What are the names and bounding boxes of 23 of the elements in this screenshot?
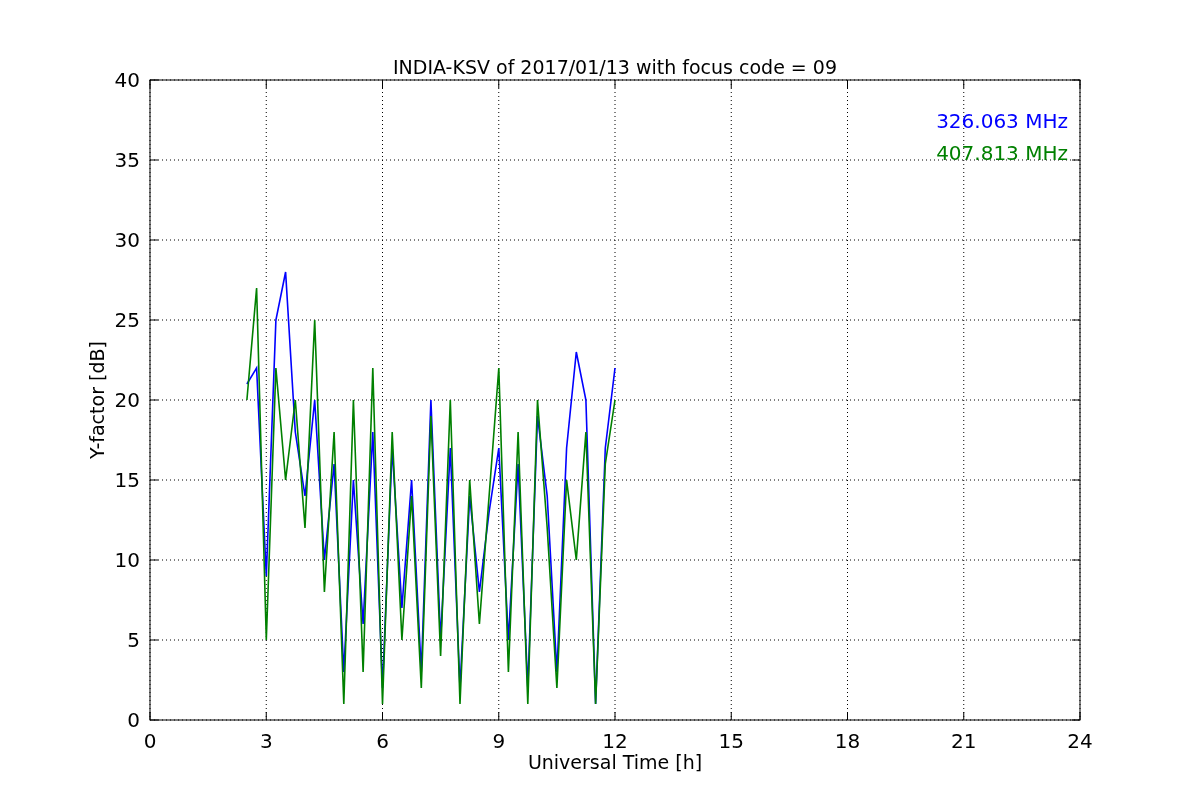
- tick-label: 18: [834, 729, 861, 753]
- tick-label: 5: [127, 628, 140, 652]
- chart-title: INDIA-KSV of 2017/01/13 with focus code = 09: [393, 56, 837, 78]
- tick-label: 3: [259, 729, 273, 753]
- tick-label: 24: [1067, 729, 1093, 753]
- tick-label: 40: [114, 68, 140, 92]
- legend-label: 326.063 MHz: [936, 109, 1068, 133]
- tick-label: 0: [127, 708, 140, 732]
- legend-label: 407.813 MHz: [936, 141, 1068, 165]
- axis-title: Universal Time [h]: [527, 751, 703, 773]
- tick-label: 9: [492, 729, 506, 753]
- tick-label: 12: [602, 729, 628, 753]
- tick-label: 6: [376, 729, 389, 753]
- tick-label: 0: [143, 729, 157, 753]
- tick-label: 15: [114, 468, 140, 492]
- tick-label: 25: [114, 308, 140, 332]
- tick-label: 15: [718, 729, 744, 753]
- tick-label: 30: [114, 228, 140, 252]
- tick-label: 21: [951, 729, 977, 753]
- axis-title: Y-factor [dB]: [86, 341, 108, 459]
- tick-label: 35: [114, 148, 140, 172]
- tick-label: 20: [114, 388, 140, 412]
- tick-label: 10: [114, 548, 140, 572]
